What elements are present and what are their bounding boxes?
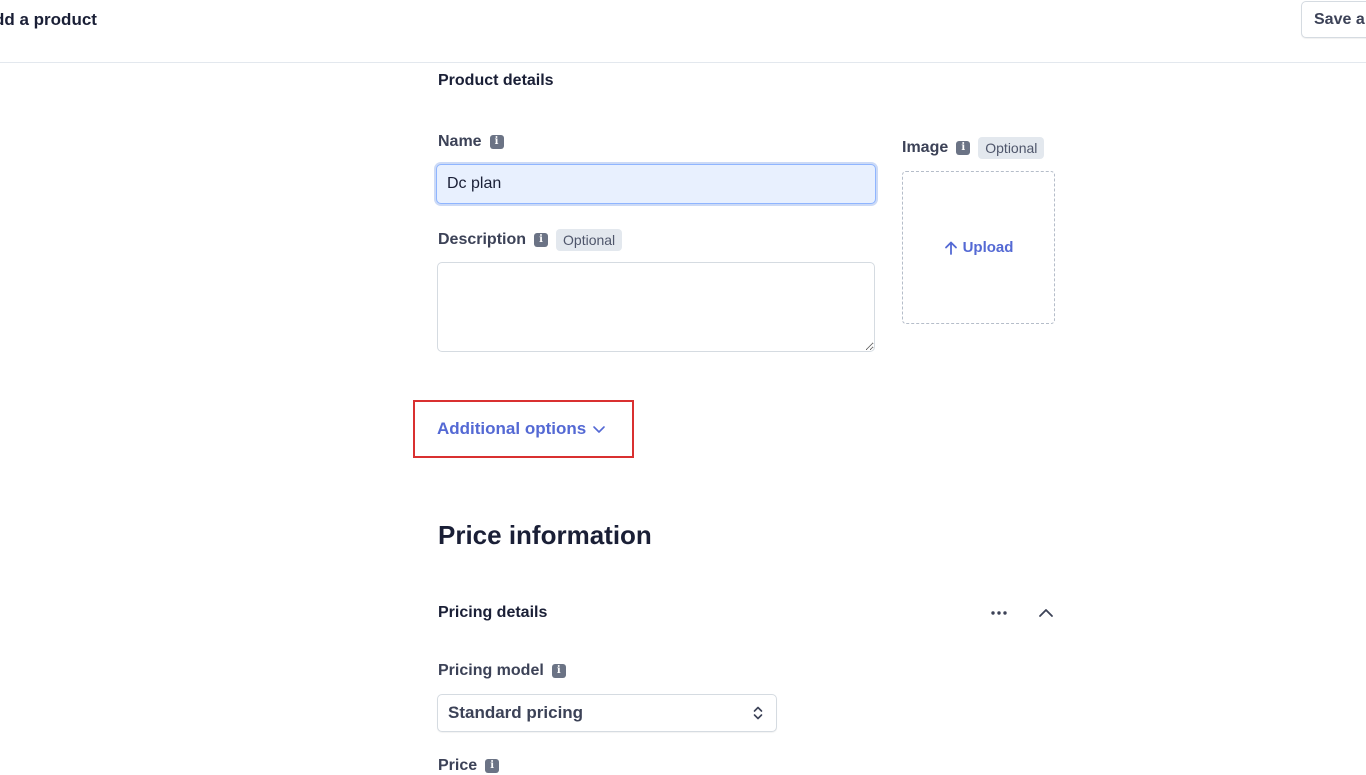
description-textarea[interactable] [437, 262, 875, 352]
chevron-down-icon [593, 426, 606, 433]
image-label-row: Image i Optional [902, 137, 1045, 159]
image-upload-dropzone[interactable]: Upload [902, 171, 1055, 324]
info-icon[interactable]: i [551, 664, 566, 678]
collapse-pricing-button[interactable] [1032, 600, 1060, 626]
chevron-up-icon [1039, 609, 1053, 617]
page-title: dd a product [0, 10, 97, 29]
top-bar: dd a product Save a [0, 0, 1366, 63]
pricing-model-label: Pricing model [438, 662, 544, 679]
info-icon[interactable]: i [534, 233, 549, 247]
price-label-row: Price i [438, 757, 500, 775]
optional-badge: Optional [556, 229, 623, 251]
image-label: Image [902, 139, 949, 156]
price-label: Price [438, 757, 478, 774]
optional-badge: Optional [978, 137, 1045, 159]
upload-label: Upload [962, 239, 1014, 256]
name-label: Name [438, 133, 482, 150]
pricing-model-value: Standard pricing [448, 703, 584, 722]
description-label-row: Description i Optional [438, 229, 623, 251]
save-button[interactable]: Save a [1301, 1, 1366, 38]
additional-options-toggle[interactable]: Additional options [413, 400, 634, 458]
name-input[interactable] [436, 164, 876, 204]
select-updown-icon [753, 706, 763, 720]
additional-options-label: Additional options [437, 419, 587, 438]
info-icon[interactable]: i [485, 759, 500, 773]
ellipsis-icon [991, 611, 1007, 615]
pricing-model-select[interactable]: Standard pricing [437, 694, 777, 732]
info-icon[interactable]: i [489, 135, 504, 149]
description-label: Description [438, 231, 527, 248]
price-information-heading: Price information [438, 520, 652, 550]
info-icon[interactable]: i [956, 141, 971, 155]
pricing-model-label-row: Pricing model i [438, 662, 566, 680]
upload-arrow-icon [944, 241, 957, 255]
product-details-heading: Product details [438, 72, 554, 89]
more-options-button[interactable] [985, 600, 1013, 626]
name-label-row: Name i [438, 133, 504, 151]
pricing-details-heading: Pricing details [438, 604, 548, 621]
